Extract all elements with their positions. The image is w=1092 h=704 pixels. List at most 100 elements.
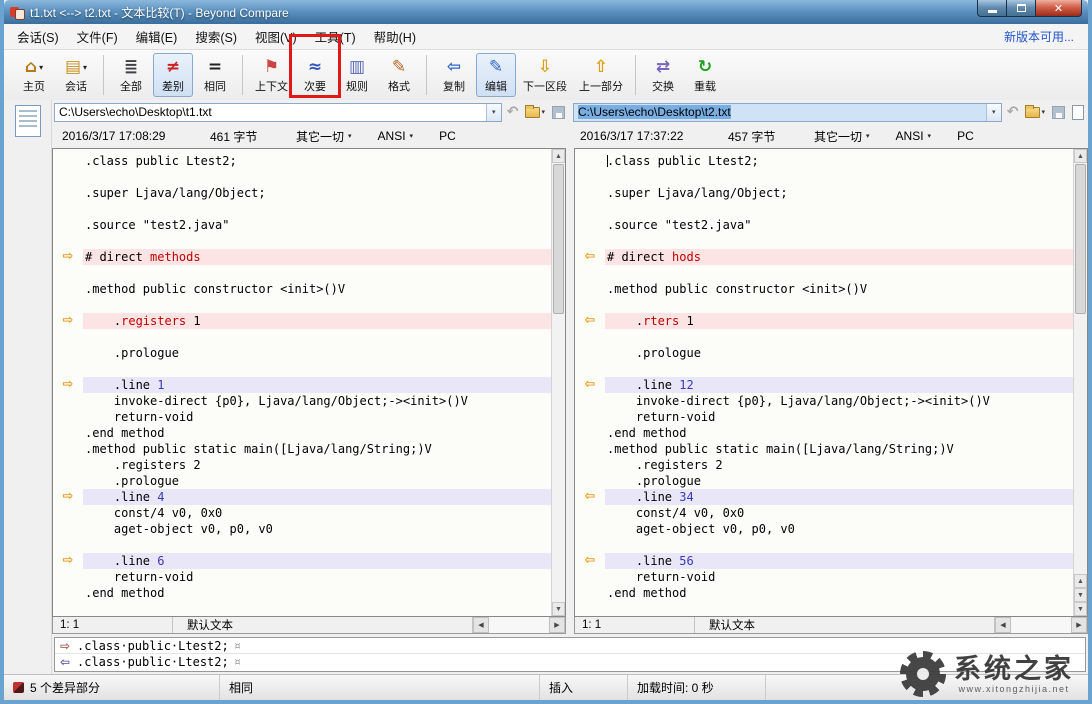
code-line[interactable]: .end method [605,425,1073,441]
code-line[interactable] [605,265,1073,281]
toolbar-rules-button[interactable]: ▥ 规则 [337,53,377,97]
code-line[interactable] [83,537,551,553]
save-button[interactable] [1050,102,1067,122]
chevron-down-icon[interactable]: ▾ [39,63,43,72]
code-line[interactable] [605,329,1073,345]
horizontal-scrollbar[interactable]: ◀ ▶ [995,617,1087,633]
toolbar-diffs-button[interactable]: ≠ 差别 [153,53,193,97]
code-line[interactable] [605,297,1073,313]
scrollbar-track[interactable] [1074,315,1087,574]
close-button[interactable]: ✕ [1036,0,1082,17]
code-line[interactable]: .super Ljava/lang/Object; [605,185,1073,201]
left-path-combo[interactable]: C:\Users\echo\Desktop\t1.txt ▾ [54,102,502,122]
code-line[interactable]: .method public constructor <init>()V [83,281,551,297]
toolbar-prev-section-button[interactable]: ⇧ 上一部分 [574,53,628,97]
toolbar-context-button[interactable]: ⚑ 上下文 [250,53,293,97]
code-line[interactable]: return-void [83,569,551,585]
code-line[interactable]: return-void [605,409,1073,425]
code-line[interactable]: .class public Ltest2; [605,153,1073,169]
scroll-down-icon[interactable]: ▼ [1074,602,1087,616]
encoding-select[interactable]: ANSI ▾ [896,129,932,143]
right-pane-code[interactable]: .class public Ltest2; .super Ljava/lang/O… [605,149,1073,616]
previous-difference-button[interactable]: ▲ [1074,574,1087,588]
toolbar-session-button[interactable]: ▤ ▾ 会话 [56,53,96,97]
menu-file[interactable]: 文件(F) [68,23,127,50]
code-line[interactable]: .source "test2.java" [83,217,551,233]
code-line[interactable] [605,169,1073,185]
menu-help[interactable]: 帮助(H) [365,23,425,50]
code-line[interactable]: .registers 1 [83,313,551,329]
code-line[interactable]: .method public constructor <init>()V [605,281,1073,297]
undo-button[interactable]: ↶ [1005,102,1021,122]
scrollbar-thumb[interactable] [1075,164,1086,314]
new-document-button[interactable] [1070,102,1086,122]
code-line[interactable] [83,361,551,377]
code-line[interactable]: aget-object v0, p0, v0 [605,521,1073,537]
filter-select[interactable]: 其它一切 ▾ [296,128,352,145]
code-line[interactable]: return-void [605,569,1073,585]
scroll-left-icon[interactable]: ◀ [473,617,489,633]
menu-session[interactable]: 会话(S) [8,23,68,50]
scrollbar-thumb[interactable] [553,164,564,314]
menu-view[interactable]: 视图(V) [246,23,306,50]
menu-tools[interactable]: 工具(T) [306,23,365,50]
code-line[interactable]: const/4 v0, 0x0 [605,505,1073,521]
horizontal-scrollbar[interactable]: ◀ ▶ [473,617,565,633]
toolbar-same-button[interactable]: = 相同 [195,53,235,97]
code-line[interactable]: .source "test2.java" [605,217,1073,233]
menu-edit[interactable]: 编辑(E) [127,23,187,50]
code-line[interactable]: invoke-direct {p0}, Ljava/lang/Object;->… [83,393,551,409]
code-line[interactable]: .class public Ltest2; [83,153,551,169]
code-line[interactable]: .super Ljava/lang/Object; [83,185,551,201]
toolbar-all-button[interactable]: ≣ 全部 [111,53,151,97]
right-path-combo[interactable]: C:\Users\echo\Desktop\t2.txt ▾ [573,102,1002,122]
toolbar-format-button[interactable]: ✎ 格式 [379,53,419,97]
chevron-down-icon[interactable]: ▾ [985,103,1001,121]
code-line[interactable] [605,233,1073,249]
scrollbar-track[interactable] [552,315,565,602]
code-line[interactable]: .prologue [83,473,551,489]
text-compare-view-icon[interactable] [14,105,41,137]
code-line[interactable]: .line 56 [605,553,1073,569]
code-line[interactable]: .line 12 [605,377,1073,393]
toolbar-edit-button[interactable]: ✎ 编辑 [476,53,516,97]
code-line[interactable]: .end method [83,425,551,441]
scroll-up-icon[interactable]: ▲ [1074,149,1087,163]
toolbar-swap-button[interactable]: ⇄ 交换 [643,53,683,97]
hscroll-track[interactable] [1011,617,1071,633]
code-line[interactable]: .prologue [605,345,1073,361]
right-vertical-scrollbar[interactable]: ▲ ▲ ▼ ▼ [1073,149,1087,616]
toolbar-minor-button[interactable]: ≈ 次要 [289,34,341,98]
code-line[interactable]: .registers 2 [605,457,1073,473]
filter-select[interactable]: 其它一切 ▾ [814,128,870,145]
code-line[interactable] [83,265,551,281]
code-line[interactable] [605,361,1073,377]
scroll-up-icon[interactable]: ▲ [552,149,565,163]
code-line[interactable]: .line 6 [83,553,551,569]
code-line[interactable] [83,169,551,185]
code-line[interactable] [83,297,551,313]
code-line[interactable]: invoke-direct {p0}, Ljava/lang/Object;->… [605,393,1073,409]
code-line[interactable] [83,201,551,217]
code-line[interactable]: .method public static main([Ljava/lang/S… [83,441,551,457]
code-line[interactable]: const/4 v0, 0x0 [83,505,551,521]
save-button[interactable] [550,102,567,122]
toolbar-reload-button[interactable]: ↻ 重载 [685,53,725,97]
browse-folder-button[interactable]: ▾ [523,102,547,122]
code-line[interactable]: .rters 1 [605,313,1073,329]
code-line[interactable]: .end method [605,585,1073,601]
toolbar-copy-button[interactable]: ⇦ 复制 [434,53,474,97]
code-line[interactable]: # direct hods [605,249,1073,265]
code-line[interactable]: .end method [83,585,551,601]
code-line[interactable]: .prologue [605,473,1073,489]
toolbar-next-section-button[interactable]: ⇩ 下一区段 [518,53,572,97]
next-difference-button[interactable]: ▼ [1074,588,1087,602]
code-line[interactable]: .method public static main([Ljava/lang/S… [605,441,1073,457]
left-pane-code[interactable]: .class public Ltest2; .super Ljava/lang/O… [83,149,551,616]
minimize-button[interactable] [977,0,1007,17]
encoding-select[interactable]: ANSI ▾ [378,129,414,143]
scroll-right-icon[interactable]: ▶ [549,617,565,633]
code-line[interactable] [605,537,1073,553]
maximize-button[interactable] [1007,0,1036,17]
browse-folder-button[interactable]: ▾ [1023,102,1047,122]
